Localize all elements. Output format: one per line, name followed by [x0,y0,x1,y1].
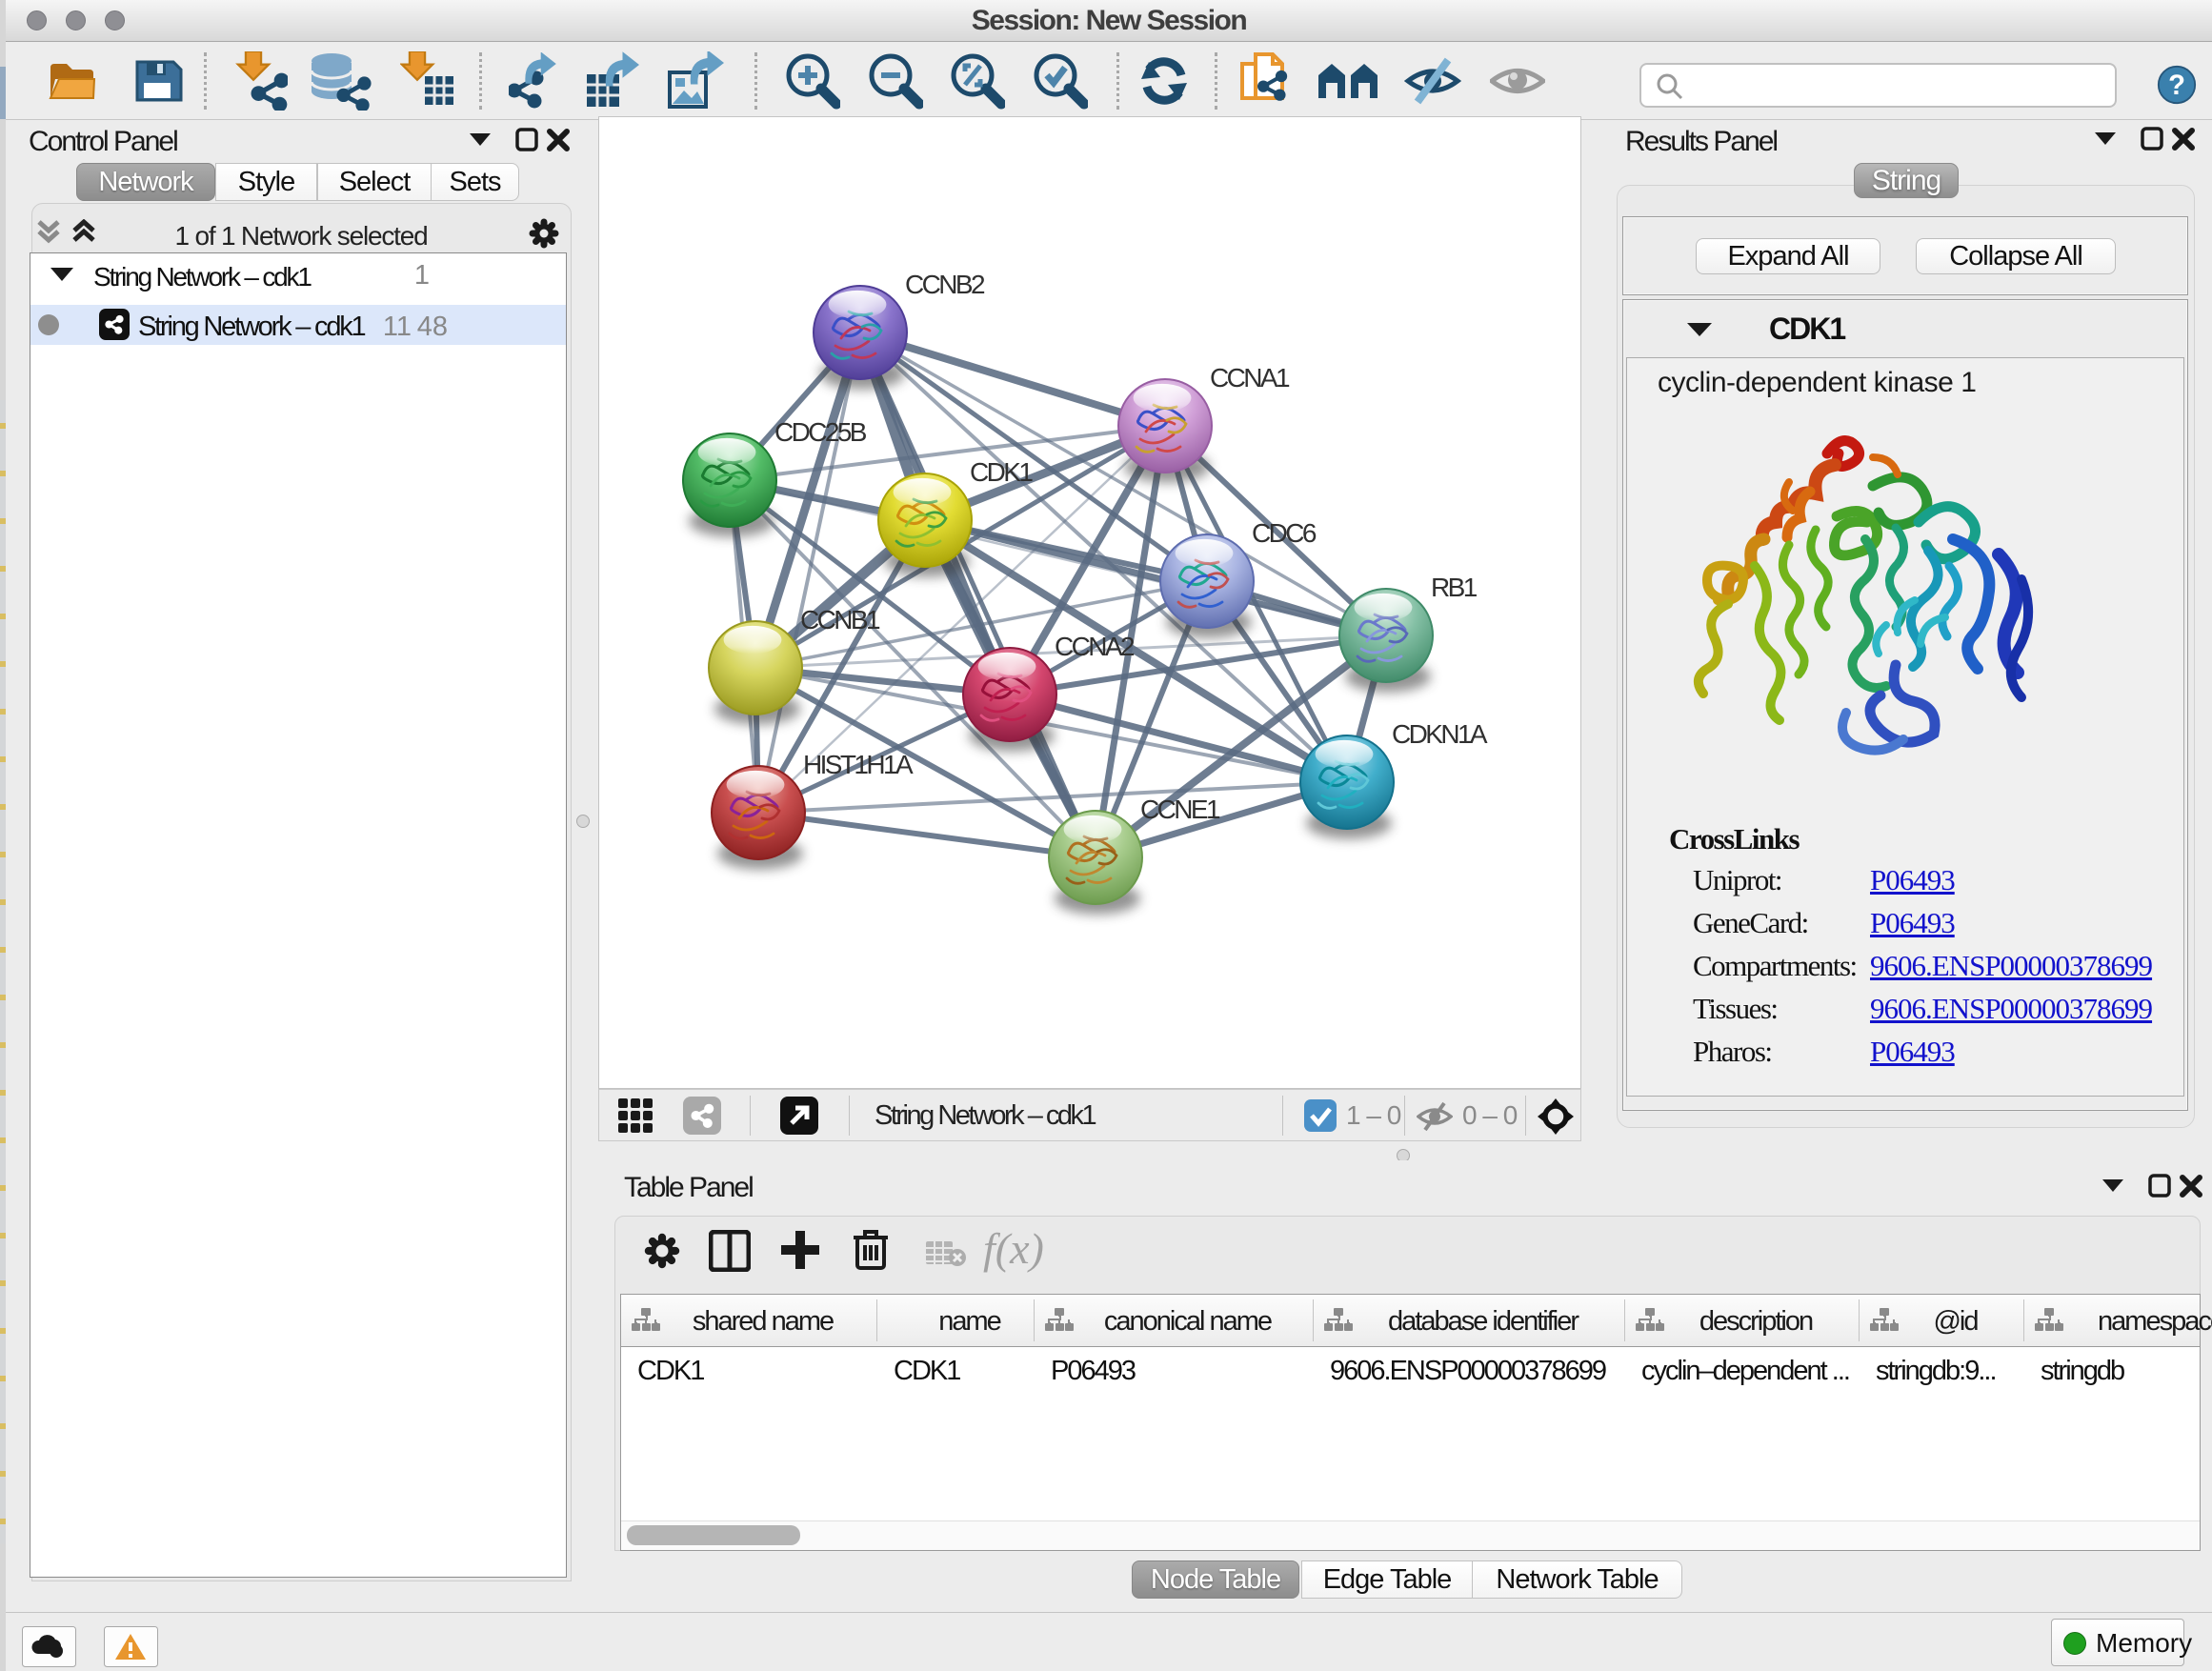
svg-text:?: ? [2168,70,2185,101]
svg-text:CCNA2: CCNA2 [1055,632,1135,661]
svg-text:HIST1H1A: HIST1H1A [803,750,914,779]
svg-text:CCNE1: CCNE1 [1140,795,1220,824]
svg-text:CCNB1: CCNB1 [800,605,880,634]
svg-text:CCNB2: CCNB2 [905,270,985,299]
svg-text:CDK1: CDK1 [970,457,1033,487]
svg-text:CDKN1A: CDKN1A [1392,719,1488,749]
svg-text:CDC25B: CDC25B [774,417,867,447]
svg-text:CCNA1: CCNA1 [1210,363,1290,393]
svg-text:CDC6: CDC6 [1252,518,1317,548]
svg-text:RB1: RB1 [1431,573,1478,602]
